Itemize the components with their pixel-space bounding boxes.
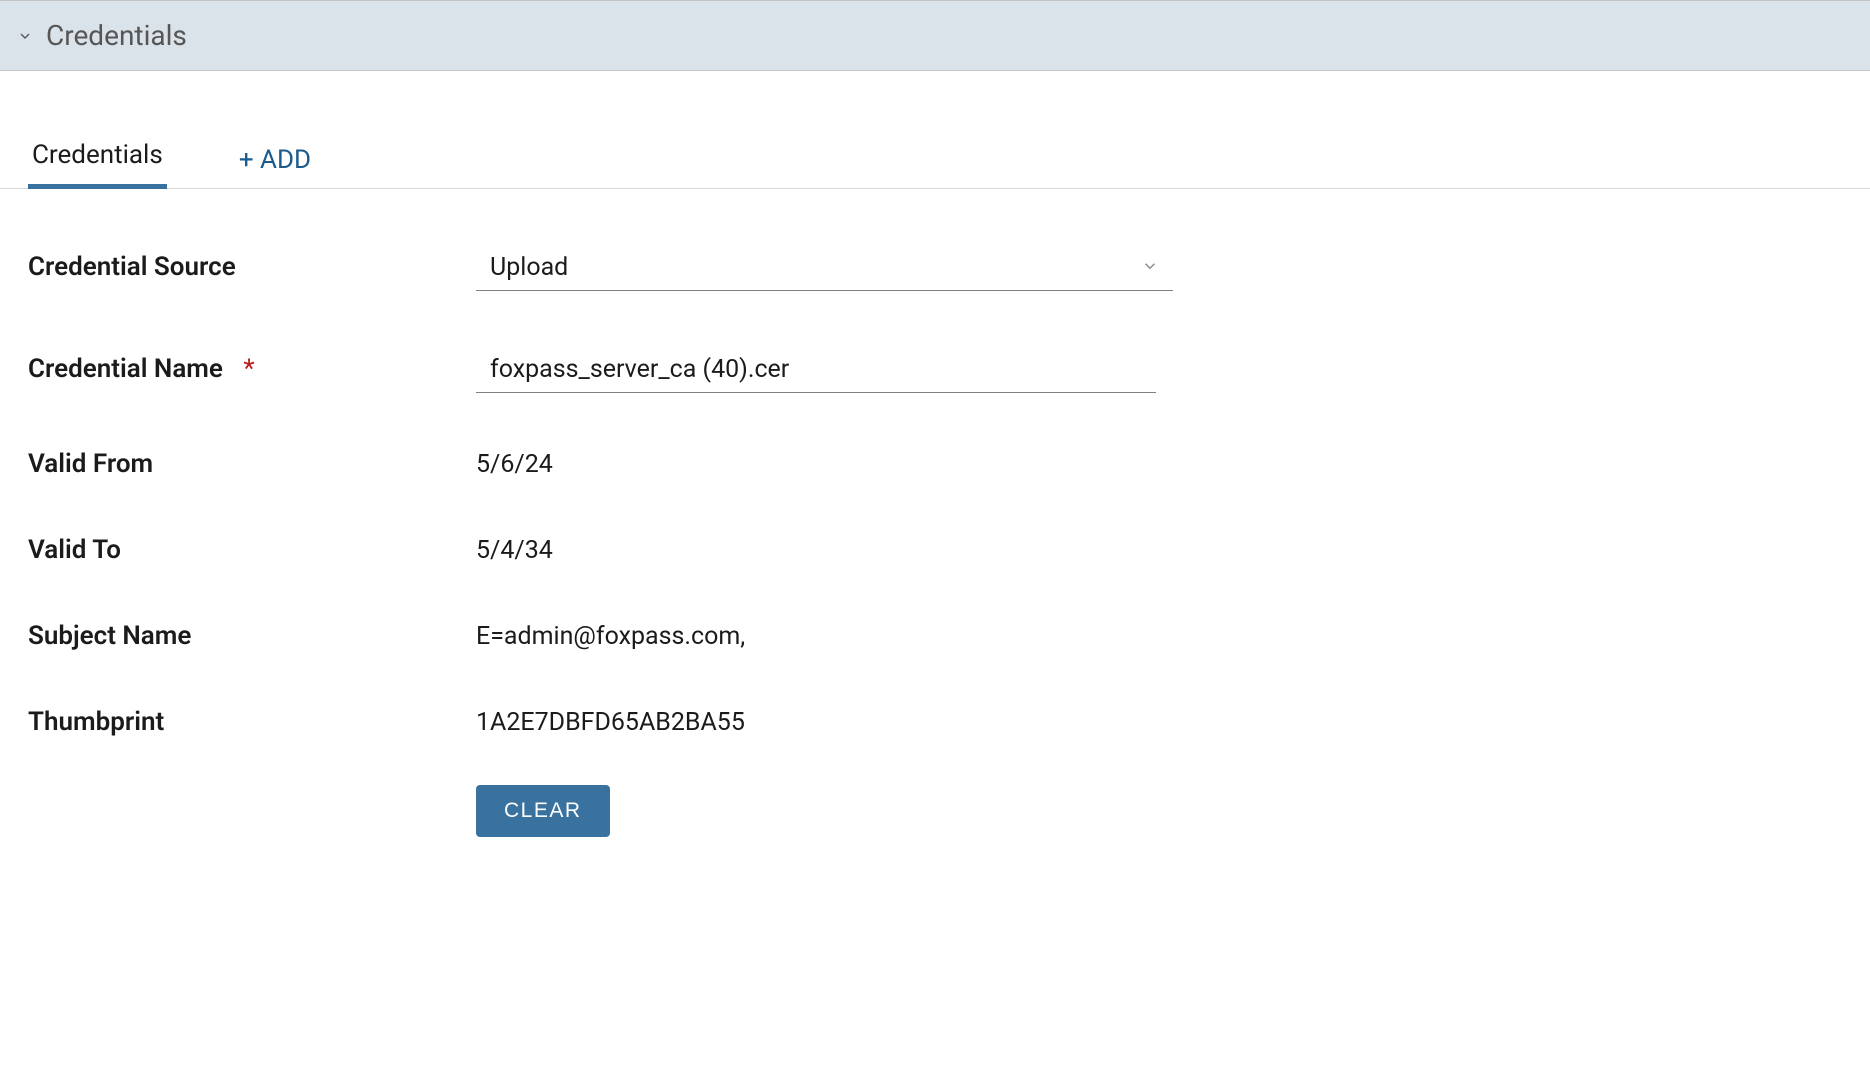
required-asterisk: * [243, 354, 254, 384]
label-credential-source: Credential Source [28, 252, 476, 282]
tabs-row: Credentials + ADD [0, 139, 1870, 189]
label-valid-to: Valid To [28, 535, 476, 565]
row-subject-name: Subject Name E=admin@foxpass.com, [28, 621, 1842, 651]
label-credential-name-text: Credential Name [28, 354, 223, 384]
chevron-down-icon [16, 27, 34, 45]
clear-button[interactable]: CLEAR [476, 785, 610, 837]
label-thumbprint: Thumbprint [28, 707, 476, 737]
label-credential-name: Credential Name * [28, 354, 476, 384]
credential-name-input-wrap [476, 347, 1156, 393]
row-credential-source: Credential Source Upload [28, 245, 1842, 291]
form-body: Credential Source Upload Credential Name… [0, 189, 1870, 877]
button-row: CLEAR [28, 785, 1842, 837]
value-subject-name: E=admin@foxpass.com, [476, 622, 745, 651]
chevron-down-icon [1141, 257, 1159, 279]
row-valid-from: Valid From 5/6/24 [28, 449, 1842, 479]
label-subject-name: Subject Name [28, 621, 476, 651]
credentials-page: Credentials Credentials + ADD Credential… [0, 0, 1870, 877]
section-title: Credentials [46, 19, 187, 52]
section-header[interactable]: Credentials [0, 0, 1870, 71]
value-thumbprint: 1A2E7DBFD65AB2BA55 [476, 708, 745, 737]
credential-source-select[interactable]: Upload [476, 245, 1173, 291]
row-credential-name: Credential Name * [28, 347, 1842, 393]
value-valid-from: 5/6/24 [476, 450, 553, 479]
tab-credentials[interactable]: Credentials [28, 140, 167, 189]
credential-source-value: Upload [490, 253, 568, 282]
value-valid-to: 5/4/34 [476, 536, 553, 565]
row-thumbprint: Thumbprint 1A2E7DBFD65AB2BA55 [28, 707, 1842, 737]
tab-add[interactable]: + ADD [235, 145, 315, 189]
row-valid-to: Valid To 5/4/34 [28, 535, 1842, 565]
credential-name-input[interactable] [490, 355, 1142, 384]
label-valid-from: Valid From [28, 449, 476, 479]
